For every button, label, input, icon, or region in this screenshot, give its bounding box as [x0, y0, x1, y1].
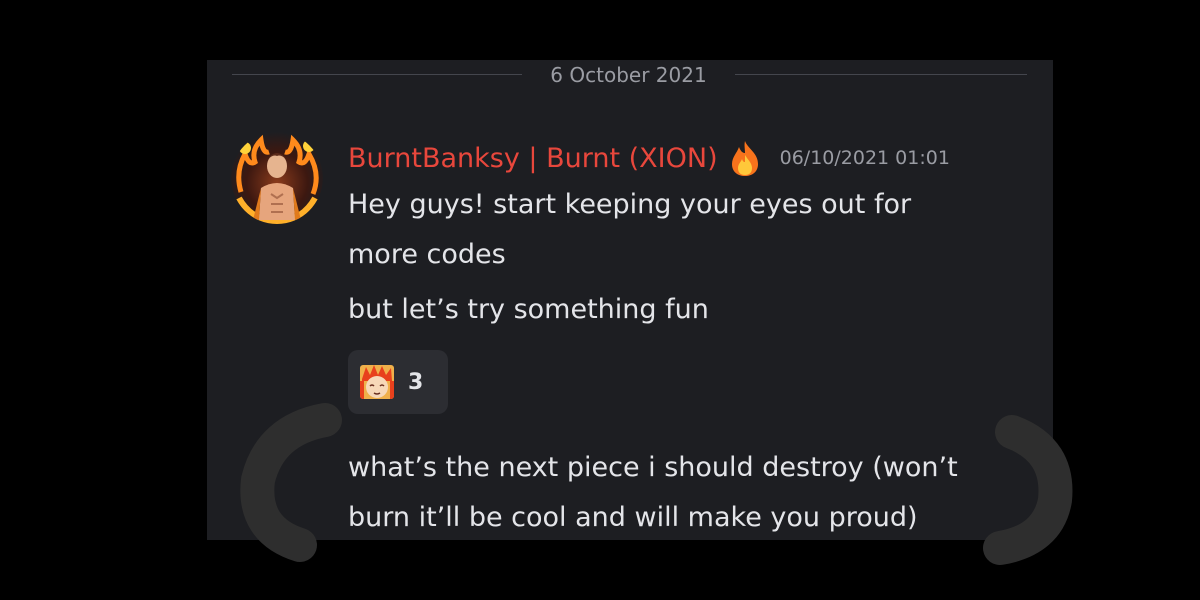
message-line: what’s the next piece i should destroy (…: [348, 452, 958, 483]
divider-line-right: [735, 74, 1027, 75]
divider-date: 6 October 2021: [550, 63, 707, 87]
message-header: BurntBanksy | Burnt (XION) 06/10/2021 01…: [348, 138, 950, 178]
message-line: more codes: [348, 239, 506, 270]
message-text-1: Hey guys! start keeping your eyes out fo…: [348, 180, 1038, 280]
fire-icon: [728, 139, 762, 177]
reaction-count: 3: [408, 369, 424, 395]
message-text-3: what’s the next piece i should destroy (…: [348, 443, 1038, 543]
user-avatar[interactable]: [231, 132, 323, 224]
screenshot-stage: 6 October 2021 BurntBanksy | Burnt (XION…: [0, 0, 1200, 600]
reaction-button[interactable]: 3: [348, 350, 448, 414]
anime-face-emoji-icon: [360, 365, 394, 399]
message-author[interactable]: BurntBanksy | Burnt (XION): [348, 143, 718, 174]
divider-line-left: [232, 74, 522, 75]
avatar-image: [231, 132, 323, 224]
message-text-2: but let’s try something fun: [348, 285, 1038, 335]
message-line: Hey guys! start keeping your eyes out fo…: [348, 189, 912, 220]
message-line: burn it’ll be cool and will make you pro…: [348, 502, 918, 533]
message-timestamp: 06/10/2021 01:01: [779, 147, 950, 169]
date-divider: 6 October 2021: [232, 60, 1027, 90]
message-line: but let’s try something fun: [348, 294, 709, 325]
chat-panel: 6 October 2021 BurntBanksy | Burnt (XION…: [207, 60, 1053, 540]
